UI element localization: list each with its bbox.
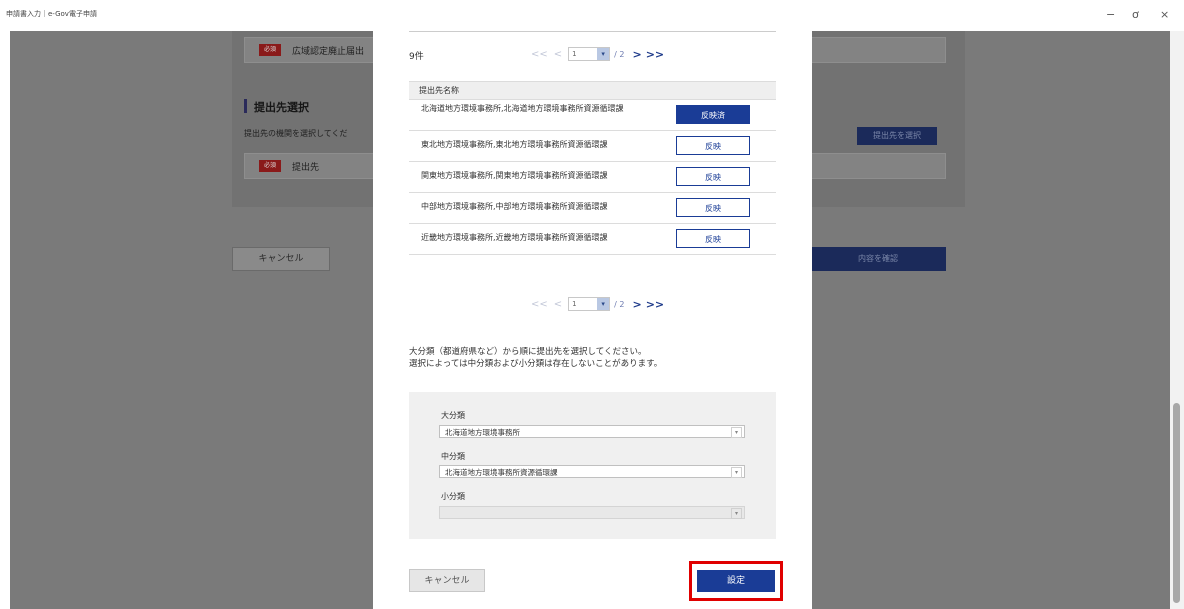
apply-button[interactable]: 反映: [676, 136, 750, 155]
chevron-down-icon[interactable]: ▾: [597, 48, 610, 60]
chevron-down-icon[interactable]: ▾: [597, 298, 610, 310]
major-category-value: 北海道地方環境事務所: [445, 428, 520, 437]
prev-page-icon[interactable]: <: [554, 299, 562, 310]
table-row: 近畿地方環境事務所,近畿地方環境事務所資源循環課 反映: [409, 224, 776, 255]
background-field-label: 広域認定廃止届出: [292, 47, 365, 57]
last-page-icon[interactable]: >>: [646, 298, 664, 311]
major-category-select[interactable]: 北海道地方環境事務所 ▾: [439, 425, 745, 438]
table-row: 関東地方環境事務所,関東地方環境事務所資源循環課 反映: [409, 162, 776, 193]
next-page-icon[interactable]: >: [632, 298, 641, 311]
section-heading: 提出先選択: [254, 101, 309, 114]
required-badge: 必須: [259, 160, 281, 172]
required-badge: 必須: [259, 44, 281, 56]
first-page-icon[interactable]: <<: [531, 299, 548, 310]
apply-button[interactable]: 反映: [676, 167, 750, 186]
table-row: 東北地方環境事務所,東北地方環境事務所資源循環課 反映: [409, 131, 776, 162]
page-total: / 2: [614, 299, 625, 309]
page-total: / 2: [614, 49, 625, 59]
destination-label: 提出先: [292, 163, 320, 173]
apply-button[interactable]: 反映: [676, 229, 750, 248]
minor-category-select[interactable]: ▾: [439, 506, 745, 519]
prev-page-icon[interactable]: <: [554, 49, 562, 60]
instruction-line: 選択によっては中分類および小分類は存在しないことがあります。: [409, 359, 663, 369]
destination-name: 中部地方環境事務所,中部地方環境事務所資源循環課: [421, 202, 608, 211]
minimize-icon[interactable]: −: [1106, 8, 1115, 21]
pagination-top: << < 1 ▾ / 2 > >>: [531, 47, 664, 61]
select-destination-button[interactable]: 提出先を選択: [857, 127, 937, 145]
table-header: 提出先名称: [409, 81, 776, 100]
chevron-down-icon: ▾: [731, 467, 742, 478]
first-page-icon[interactable]: <<: [531, 49, 548, 60]
chevron-down-icon: ▾: [731, 427, 742, 438]
close-icon[interactable]: ×: [1160, 8, 1169, 21]
instruction-line: 大分類（都道府県など）から順に提出先を選択してください。: [409, 347, 647, 357]
table-row: 北海道地方環境事務所,北海道地方環境事務所資源循環課 反映済: [409, 100, 776, 131]
minor-category-label: 小分類: [441, 492, 465, 501]
page-number: 1: [572, 50, 577, 58]
scrollbar-thumb[interactable]: [1173, 403, 1180, 603]
section-heading-bar: [244, 99, 247, 113]
destination-name: 関東地方環境事務所,関東地方環境事務所資源循環課: [421, 171, 608, 180]
result-count: 9件: [409, 52, 424, 62]
confirm-contents-button[interactable]: 内容を確認: [810, 247, 946, 271]
major-category-label: 大分類: [441, 411, 465, 420]
modal-cancel-button[interactable]: キャンセル: [409, 569, 485, 592]
apply-button[interactable]: 反映済: [676, 105, 750, 124]
destination-table: 提出先名称 北海道地方環境事務所,北海道地方環境事務所資源循環課 反映済 東北地…: [409, 81, 776, 255]
pagination-bottom: << < 1 ▾ / 2 > >>: [531, 297, 664, 311]
page-number: 1: [572, 300, 577, 308]
title-bar: 申請書入力｜e-Gov電子申請 − ơ ×: [0, 0, 1184, 31]
restore-icon[interactable]: ơ: [1132, 8, 1139, 21]
background-cancel-button[interactable]: キャンセル: [232, 247, 330, 271]
table-row: 中部地方環境事務所,中部地方環境事務所資源循環課 反映: [409, 193, 776, 224]
middle-category-value: 北海道地方環境事務所資源循環課: [445, 468, 558, 477]
apply-button[interactable]: 反映: [676, 198, 750, 217]
selection-instructions: 大分類（都道府県など）から順に提出先を選択してください。 選択によっては中分類お…: [409, 346, 662, 370]
chevron-down-icon: ▾: [731, 508, 742, 519]
last-page-icon[interactable]: >>: [646, 48, 664, 61]
highlight-box: 設定: [689, 561, 783, 601]
middle-category-label: 中分類: [441, 452, 465, 461]
destination-name: 北海道地方環境事務所,北海道地方環境事務所資源循環課: [421, 104, 624, 113]
divider: [409, 31, 776, 32]
page-scrollbar[interactable]: [1170, 31, 1184, 609]
destination-name: 近畿地方環境事務所,近畿地方環境事務所資源循環課: [421, 233, 608, 242]
page-select[interactable]: 1 ▾: [568, 297, 611, 311]
page-select[interactable]: 1 ▾: [568, 47, 611, 61]
destination-select-modal: 9件 << < 1 ▾ / 2 > >> 提出先名称 北海道地方環境事務所,北海…: [373, 31, 812, 609]
middle-category-select[interactable]: 北海道地方環境事務所資源循環課 ▾: [439, 465, 745, 478]
category-select-panel: 大分類 北海道地方環境事務所 ▾ 中分類 北海道地方環境事務所資源循環課 ▾ 小…: [409, 392, 776, 539]
window-title: 申請書入力｜e-Gov電子申請: [6, 10, 97, 18]
set-button[interactable]: 設定: [697, 570, 775, 592]
section-description: 提出先の機関を選択してくだ: [244, 129, 348, 138]
next-page-icon[interactable]: >: [632, 48, 641, 61]
destination-name: 東北地方環境事務所,東北地方環境事務所資源循環課: [421, 140, 608, 149]
